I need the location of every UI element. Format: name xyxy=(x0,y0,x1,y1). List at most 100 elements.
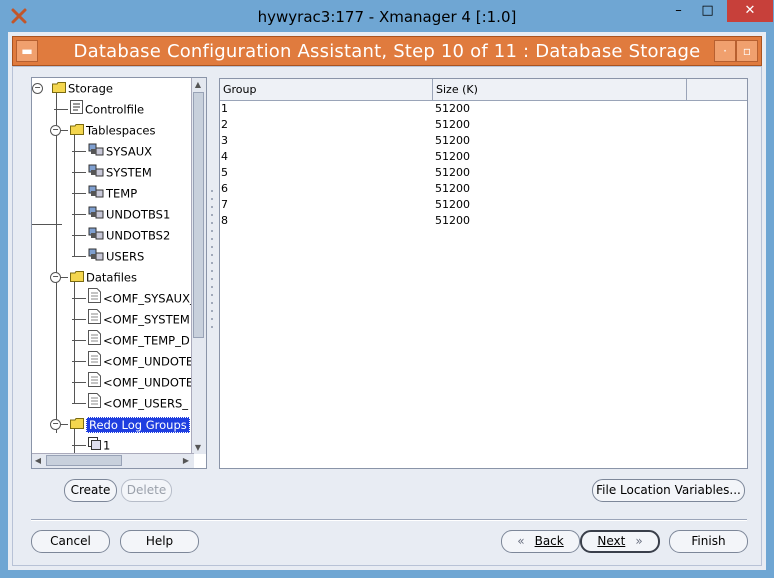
cell-group: 5 xyxy=(221,166,228,179)
column-header-size[interactable]: Size (K) xyxy=(433,79,687,100)
tree-item-label: SYSAUX xyxy=(106,144,152,159)
table-row[interactable]: 4 51200 xyxy=(220,149,747,165)
back-button[interactable]: « Back xyxy=(501,530,580,553)
table-header: Group Size (K) xyxy=(220,79,747,101)
cell-group: 4 xyxy=(221,150,228,163)
folder-icon xyxy=(70,268,84,288)
tablespace-icon xyxy=(88,184,104,204)
cell-group: 1 xyxy=(221,102,228,115)
column-header-group[interactable]: Group xyxy=(220,79,433,100)
tree-expander-icon[interactable]: − xyxy=(50,419,61,430)
maximize-button[interactable]: □ xyxy=(693,0,722,22)
tree-connector-line xyxy=(72,403,86,404)
tree-item-label: TEMP xyxy=(106,186,138,201)
delete-button[interactable]: Delete xyxy=(121,479,172,502)
table-row[interactable]: 8 51200 xyxy=(220,213,747,229)
button-separator xyxy=(31,519,747,521)
cell-group: 7 xyxy=(221,198,228,211)
file-location-variables-button[interactable]: File Location Variables... xyxy=(592,479,745,502)
back-arrow-icon: « xyxy=(517,534,525,548)
table-row[interactable]: 3 51200 xyxy=(220,133,747,149)
table-row[interactable]: 1 51200 xyxy=(220,101,747,117)
cancel-button[interactable]: Cancel xyxy=(31,530,110,553)
close-button[interactable]: ✕ xyxy=(727,0,773,22)
tree-item[interactable]: <OMF_TEMP_D xyxy=(88,330,190,350)
tree-item[interactable]: <OMF_USERS_ xyxy=(88,393,188,413)
cell-group: 6 xyxy=(221,182,228,195)
tree-item[interactable]: <OMF_SYSTEM xyxy=(88,309,190,329)
scroll-up-icon[interactable]: ▲ xyxy=(192,78,204,91)
tree-item[interactable]: TEMP xyxy=(88,183,137,203)
tree-item-label: 1 xyxy=(103,438,111,453)
window-titlebar[interactable]: hywyrac3:177 - Xmanager 4 [:1.0] – □ ✕ xyxy=(0,0,774,32)
tree-connector-line xyxy=(72,382,86,383)
controlfile-icon xyxy=(70,99,83,120)
tree-item[interactable]: Datafiles xyxy=(70,267,137,287)
tree-item[interactable]: <OMF_SYSAUX_ xyxy=(88,288,194,308)
datafile-icon xyxy=(88,330,101,351)
tree-item-label: Controlfile xyxy=(85,102,145,117)
tree-item[interactable]: Redo Log Groups xyxy=(70,414,190,434)
tree-item[interactable]: UNDOTBS1 xyxy=(88,204,170,224)
scroll-right-icon[interactable]: ▶ xyxy=(180,454,192,467)
dialog-title: Database Configuration Assistant, Step 1… xyxy=(73,41,701,62)
pane-splitter[interactable] xyxy=(209,187,215,347)
redo-log-table[interactable]: Group Size (K) 1 51200 2 51200 3 51200 4 51200 5… xyxy=(219,78,748,469)
cell-size: 51200 xyxy=(435,134,470,147)
table-row[interactable]: 5 51200 xyxy=(220,165,747,181)
table-row[interactable]: 7 51200 xyxy=(220,197,747,213)
tree-connector-line xyxy=(72,319,86,320)
tree-connector-line xyxy=(72,340,86,341)
scroll-thumb[interactable] xyxy=(193,92,204,338)
tree-item-label: SYSTEM xyxy=(106,165,152,180)
minimize-button[interactable]: – xyxy=(664,0,693,22)
tree-item-label: <OMF_UNDOTE xyxy=(103,375,194,390)
tree-connector-line xyxy=(72,298,86,299)
tree-connector-line xyxy=(72,172,86,173)
tree-horizontal-scrollbar[interactable]: ◀ ▶ xyxy=(32,453,194,468)
tree-vertical-scrollbar[interactable]: ▲ ▼ xyxy=(191,78,206,454)
tree-item[interactable]: Tablespaces xyxy=(70,120,155,140)
folder-icon xyxy=(52,79,66,99)
tree-connector-line xyxy=(54,109,68,110)
dialog-maximize-button[interactable]: ▫ xyxy=(736,40,758,62)
storage-tree[interactable]: − Storage Controlfile − Tablespaces SYSAUX SYS… xyxy=(31,77,207,469)
create-button[interactable]: Create xyxy=(64,479,117,502)
tree-item[interactable]: SYSTEM xyxy=(88,162,152,182)
cell-group: 3 xyxy=(221,134,228,147)
cell-size: 51200 xyxy=(435,182,470,195)
tree-expander-icon[interactable]: − xyxy=(32,83,43,94)
tree-expander-icon[interactable]: − xyxy=(50,125,61,136)
tree-item[interactable]: UNDOTBS2 xyxy=(88,225,170,245)
tree-item-label: <OMF_SYSAUX_ xyxy=(103,291,194,306)
tree-item-label: Redo Log Groups xyxy=(86,416,190,433)
tablespace-icon xyxy=(88,163,104,183)
tree-connector-line xyxy=(72,214,86,215)
scroll-left-icon[interactable]: ◀ xyxy=(32,454,44,467)
tree-item[interactable]: Storage xyxy=(52,78,113,98)
next-button[interactable]: Next » xyxy=(580,530,660,553)
table-row[interactable]: 6 51200 xyxy=(220,181,747,197)
tree-viewport: − Storage Controlfile − Tablespaces SYSAUX SYS… xyxy=(32,78,194,454)
tree-item[interactable]: <OMF_UNDOTE xyxy=(88,351,193,371)
tree-expander-icon[interactable]: − xyxy=(50,272,61,283)
tree-item[interactable]: Controlfile xyxy=(70,99,144,119)
table-row[interactable]: 2 51200 xyxy=(220,117,747,133)
tree-item[interactable]: <OMF_UNDOTE xyxy=(88,372,193,392)
tree-connector-line xyxy=(72,445,86,446)
tree-item-label: USERS xyxy=(106,249,145,264)
tree-item[interactable]: 1 xyxy=(88,435,110,454)
tree-item[interactable]: SYSAUX xyxy=(88,141,152,161)
tree-connector-line xyxy=(56,88,57,433)
help-button[interactable]: Help xyxy=(120,530,199,553)
finish-button[interactable]: Finish xyxy=(669,530,748,553)
tree-item[interactable]: USERS xyxy=(88,246,144,266)
client-area: ▬ Database Configuration Assistant, Step… xyxy=(8,32,766,570)
datafile-icon xyxy=(88,393,101,414)
dialog-titlebar[interactable]: ▬ Database Configuration Assistant, Step… xyxy=(12,36,762,66)
folder-icon xyxy=(70,415,84,435)
tablespace-icon xyxy=(88,226,104,246)
dialog-minimize-button[interactable]: · xyxy=(714,40,736,62)
cell-size: 51200 xyxy=(435,214,470,227)
scroll-thumb-horizontal[interactable] xyxy=(46,455,122,466)
